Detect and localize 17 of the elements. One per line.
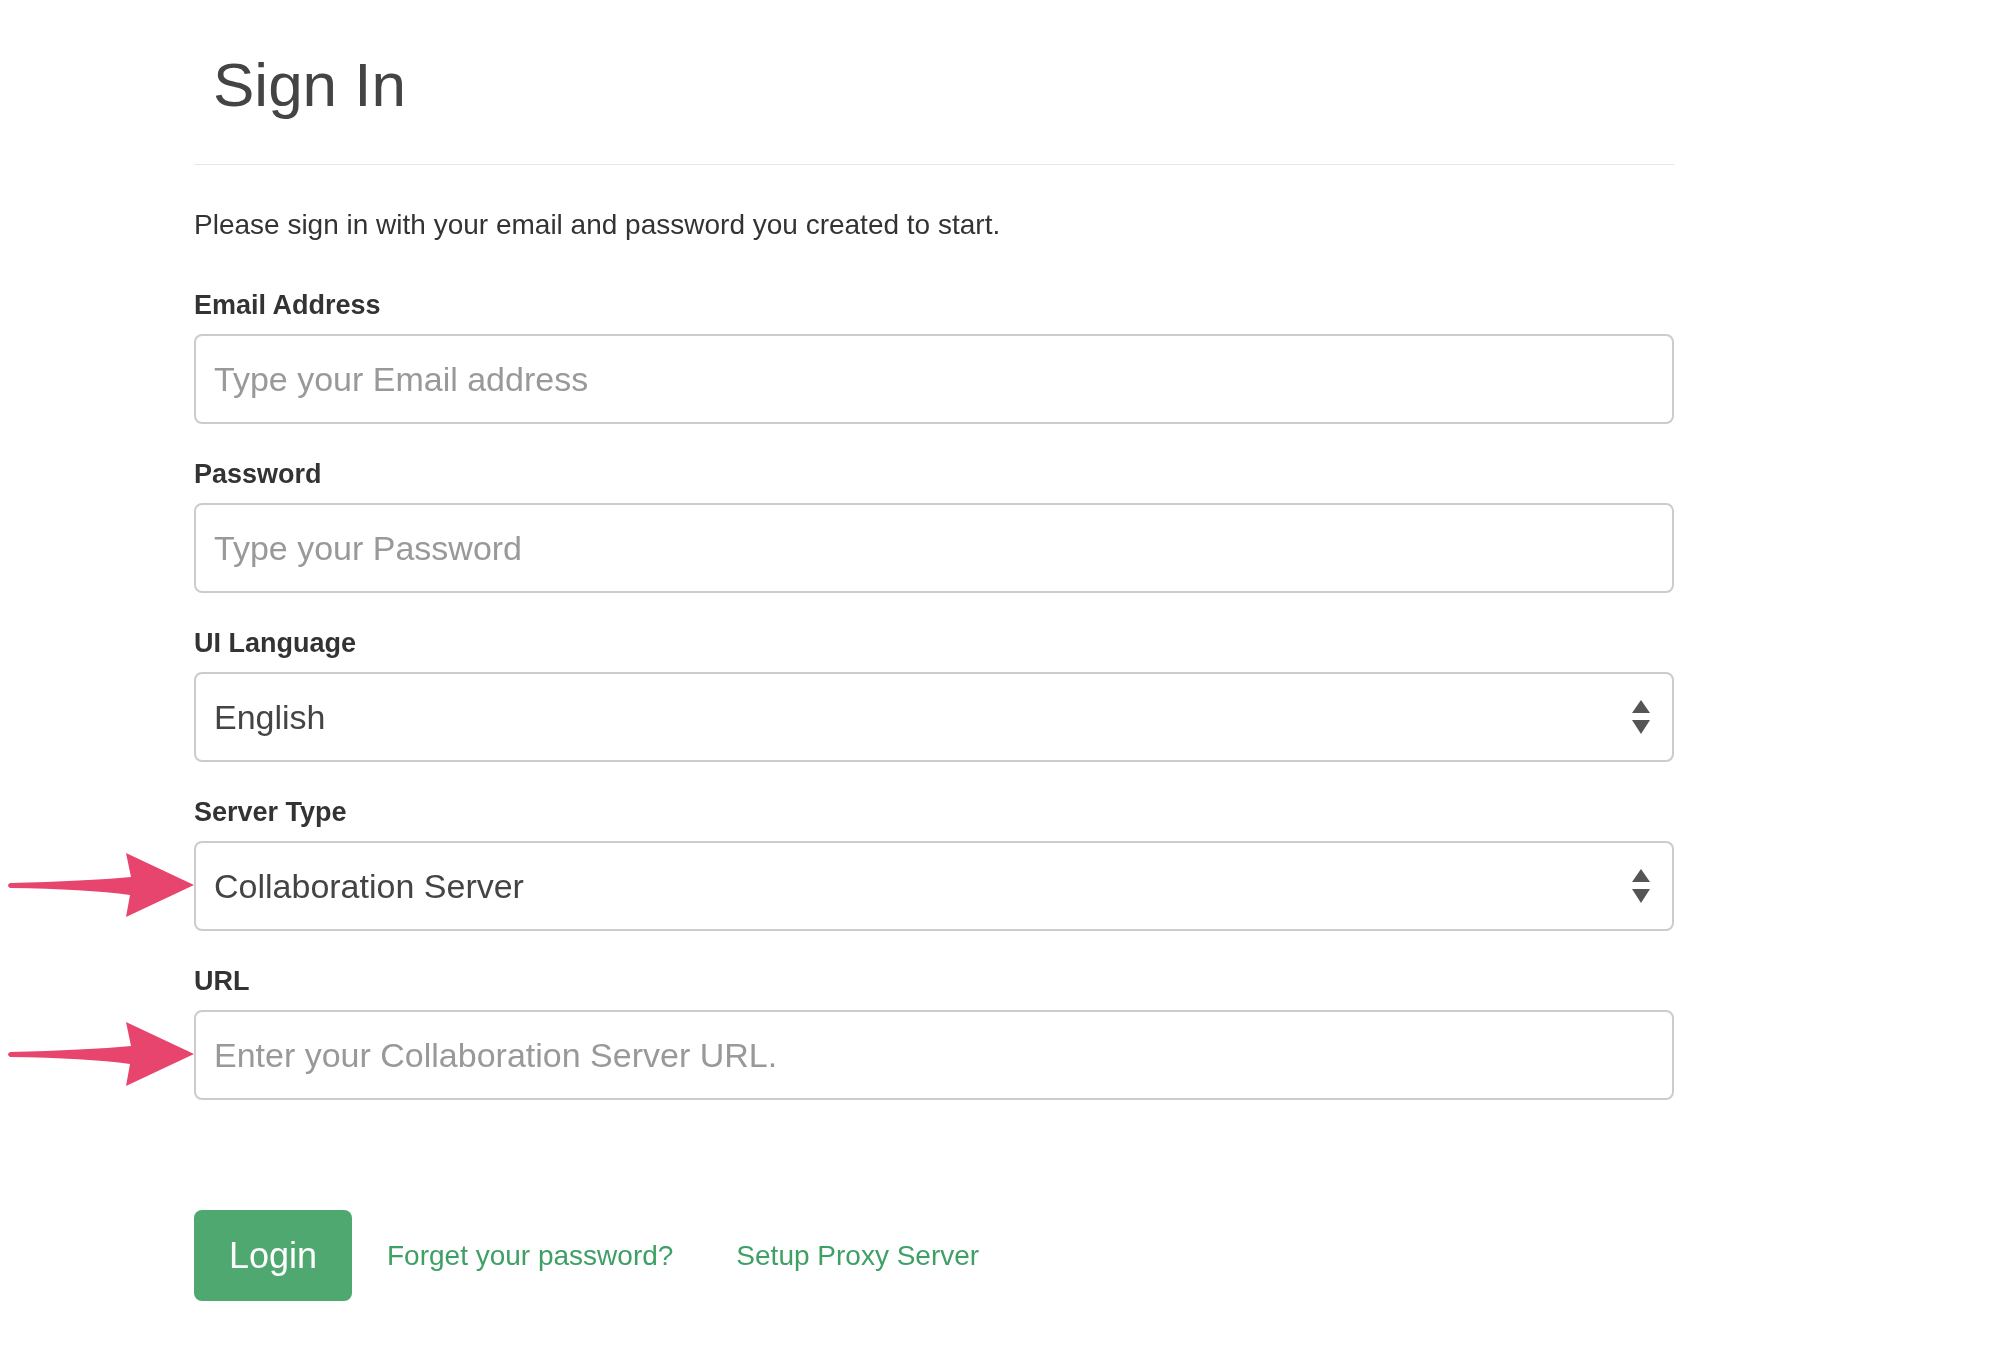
up-down-arrows-icon [1632,700,1650,734]
dropdown-field[interactable]: English [194,672,1674,762]
dropdown-field[interactable]: Collaboration Server [194,841,1674,931]
up-down-arrows-icon [1632,869,1650,903]
field-label: UI Language [194,628,357,658]
text-field[interactable]: Type your Email address [194,334,1674,424]
field-label: Password [194,459,323,489]
field-label: Email Address [194,290,382,320]
text-field[interactable]: Type your Password [194,503,1674,593]
intro-text: Please sign in with your email and password you created to start. [194,208,1002,242]
text-field[interactable]: Enter your Collaboration Server URL. [194,1010,1674,1100]
field-label: Server Type [194,797,348,827]
field-label: URL [194,966,251,996]
link[interactable]: Setup Proxy Server [736,1239,980,1272]
link[interactable]: Forget your password? [387,1239,674,1272]
login-button[interactable]: Login [194,1210,352,1301]
page-title: Sign In [213,49,408,121]
